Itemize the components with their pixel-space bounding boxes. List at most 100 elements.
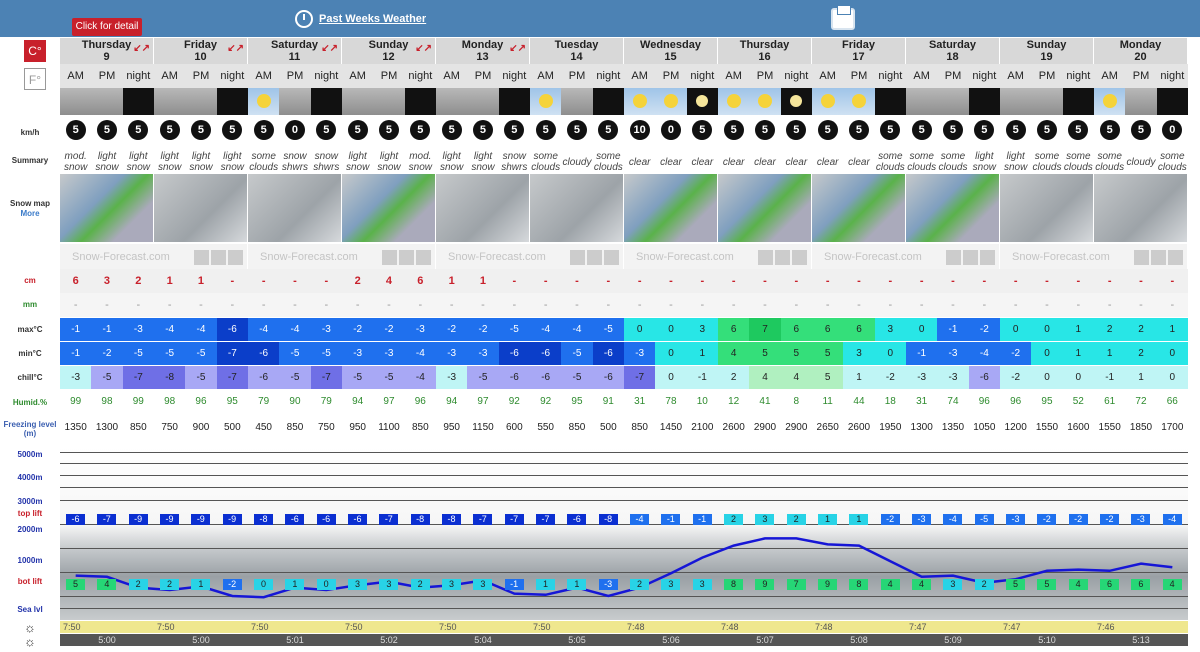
sunny-icon[interactable] [749,88,781,115]
rain-mm: - [498,293,530,317]
day-header[interactable]: Thursday 16 [718,38,812,64]
sunny-icon[interactable] [624,88,656,115]
snow-icon[interactable] [342,88,374,115]
snow-map-image[interactable] [436,174,530,242]
snow-map-image[interactable] [248,174,342,242]
day-header[interactable]: Tuesday 14 [530,38,624,64]
map-control-icon[interactable] [227,249,243,265]
snow-map-image[interactable] [342,174,436,242]
night-cloud-icon[interactable] [1062,88,1094,115]
map-control-icon[interactable] [415,249,431,265]
map-control-icon[interactable] [603,249,619,265]
snow-icon[interactable] [279,88,311,115]
wind-speed-value: 5 [566,120,587,140]
day-header[interactable]: Friday 10 ↙↗ [154,38,248,64]
map-control-icon[interactable] [979,249,995,265]
snow-map-image[interactable] [60,174,154,242]
map-control-icon[interactable] [757,249,773,265]
partly-sunny-icon[interactable] [248,88,280,115]
wind-arrow-icon: 10 [624,115,655,145]
partly-sunny-icon[interactable] [530,88,562,115]
snow-cm: 1 [436,269,468,293]
night-clear-icon[interactable] [686,88,718,115]
sunny-icon[interactable] [718,88,750,115]
rain-mm: - [122,293,154,317]
snow-map-image[interactable] [530,174,624,242]
expand-arrows-icon[interactable]: ↙↗ [509,43,526,55]
snow-icon[interactable] [154,88,186,115]
map-control-icon[interactable] [210,249,226,265]
snow-map-image[interactable] [812,174,906,242]
night-cloud-icon[interactable] [874,88,906,115]
night-snow-icon[interactable] [968,88,1000,115]
snow-map-image[interactable] [718,174,812,242]
expand-arrows-icon[interactable]: ↙↗ [227,43,244,55]
map-control-icon[interactable] [1133,249,1149,265]
rain-mm: - [655,293,687,317]
map-control-icon[interactable] [193,249,209,265]
snow-icon[interactable] [185,88,217,115]
snow-icon[interactable] [436,88,468,115]
wind-speed-value: 5 [504,120,525,140]
cloudy-icon[interactable] [561,88,593,115]
snow-map-image[interactable] [624,174,718,242]
day-header[interactable]: Saturday 18 [906,38,1000,64]
night-cloud-icon[interactable] [310,88,342,115]
map-control-icon[interactable] [774,249,790,265]
expand-arrows-icon[interactable]: ↙↗ [321,43,338,55]
fahrenheit-button[interactable]: F° [24,68,46,90]
snow-map-image[interactable] [154,174,248,242]
night-snow-icon[interactable] [404,88,436,115]
snow-icon[interactable] [467,88,499,115]
snow-icon[interactable] [937,88,969,115]
map-control-icon[interactable] [1150,249,1166,265]
freezing-level: 2100 [691,422,714,433]
night-snow-icon[interactable] [216,88,248,115]
period-label: AM [1000,64,1032,88]
sunny-icon[interactable] [655,88,687,115]
cloudy-icon[interactable] [1031,88,1063,115]
day-header[interactable]: Thursday 9 ↙↗ [60,38,154,64]
map-control-icon[interactable] [586,249,602,265]
cloudy-icon[interactable] [906,88,938,115]
past-weeks-weather-link[interactable]: Past Weeks Weather [295,10,426,28]
day-header[interactable]: Friday 17 [812,38,906,64]
map-control-icon[interactable] [962,249,978,265]
print-icon[interactable] [831,5,855,30]
expand-arrows-icon[interactable]: ↙↗ [415,43,432,55]
max-temp: -2 [467,318,499,341]
day-header[interactable]: Sunday 19 [1000,38,1094,64]
partly-sunny-icon[interactable] [843,88,875,115]
night-clear-icon[interactable] [780,88,812,115]
map-control-icon[interactable] [398,249,414,265]
map-control-icon[interactable] [569,249,585,265]
day-header[interactable]: Monday 20 [1094,38,1188,64]
expand-arrows-icon[interactable]: ↙↗ [133,43,150,55]
snow-icon[interactable] [60,88,92,115]
night-cloud-icon[interactable] [1156,88,1188,115]
night-snow-icon[interactable] [498,88,530,115]
snow-icon[interactable] [91,88,123,115]
cloudy-icon[interactable] [1000,88,1032,115]
snow-map-image[interactable] [906,174,1000,242]
night-cloud-icon[interactable] [592,88,624,115]
snow-icon[interactable] [373,88,405,115]
snow-map-image[interactable] [1094,174,1188,242]
snow-map-label: Snow map [9,199,50,208]
day-header[interactable]: Wednesday 15 [624,38,718,64]
map-control-icon[interactable] [791,249,807,265]
day-header[interactable]: Sunday 12 ↙↗ [342,38,436,64]
map-control-icon[interactable] [945,249,961,265]
more-link[interactable]: More [0,209,60,218]
snow-map-image[interactable] [1000,174,1094,242]
sunny-icon[interactable] [812,88,844,115]
map-control-icon[interactable] [381,249,397,265]
cloudy-icon[interactable] [1125,88,1157,115]
partly-sunny-icon[interactable] [1094,88,1126,115]
night-snow-icon[interactable] [122,88,154,115]
click-for-detail-button[interactable]: Click for detail [72,18,142,36]
map-control-icon[interactable] [1167,249,1183,265]
celsius-button[interactable]: C° [24,40,46,62]
day-header[interactable]: Saturday 11 ↙↗ [248,38,342,64]
day-header[interactable]: Monday 13 ↙↗ [436,38,530,64]
